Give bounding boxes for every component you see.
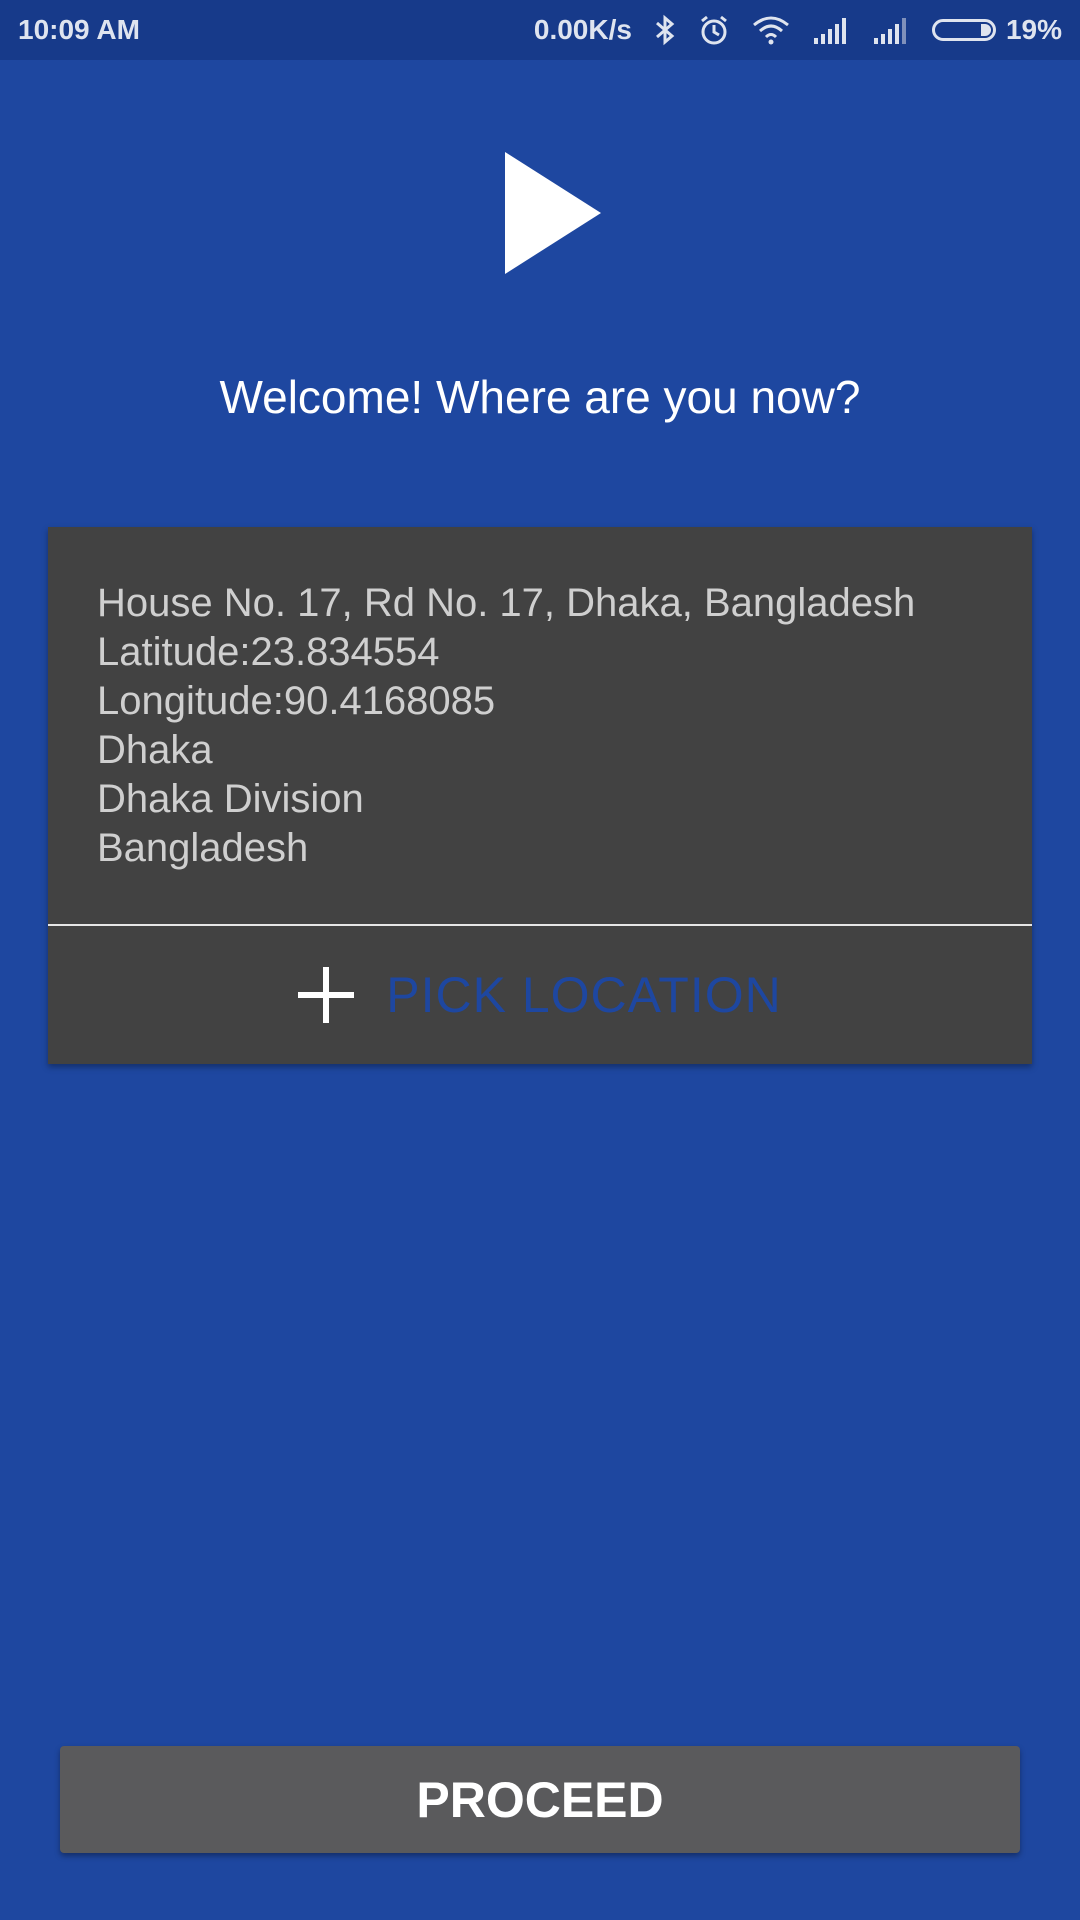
network-speed: 0.00K/s — [533, 14, 632, 45]
signal-icon — [812, 16, 850, 44]
plus-icon — [298, 967, 355, 1023]
battery-icon — [931, 19, 996, 41]
city-line: Dhaka — [97, 728, 213, 772]
division-line: Dhaka Division — [97, 777, 364, 821]
battery-percent: 19% — [1005, 14, 1062, 45]
welcome-title: Welcome! Where are you now? — [219, 371, 861, 423]
proceed-button[interactable]: PROCEED — [60, 1746, 1020, 1853]
latitude-line: Latitude:23.834554 — [97, 630, 440, 674]
status-bar: 10:09 AM 0.00K/s 19% — [0, 0, 1080, 60]
address-line: House No. 17, Rd No. 17, Dhaka, Banglade… — [97, 581, 916, 625]
bluetooth-icon — [654, 14, 676, 46]
location-card: House No. 17, Rd No. 17, Dhaka, Banglade… — [48, 527, 1032, 1064]
wifi-icon — [752, 15, 790, 45]
signal-icon — [872, 16, 910, 44]
status-time: 10:09 AM — [18, 14, 140, 45]
alarm-icon — [698, 14, 730, 46]
status-icons: 0.00K/s 19% — [534, 14, 1062, 46]
pick-location-button[interactable]: PICK LOCATION — [48, 926, 1032, 1064]
play-triangle-icon — [505, 152, 601, 274]
country-line: Bangladesh — [97, 826, 309, 870]
battery-indicator: 19% — [931, 14, 1062, 46]
longitude-line: Longitude:90.4168085 — [97, 679, 496, 723]
location-details: House No. 17, Rd No. 17, Dhaka, Banglade… — [97, 579, 915, 873]
battery-level — [980, 24, 991, 36]
pick-location-label: PICK LOCATION — [386, 967, 782, 1023]
